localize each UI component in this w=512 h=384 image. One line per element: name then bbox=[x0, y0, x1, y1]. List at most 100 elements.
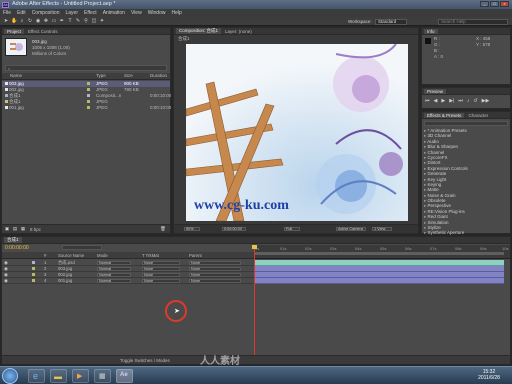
layer-parent-dropdown[interactable]: None bbox=[189, 260, 241, 266]
close-button[interactable]: × bbox=[500, 1, 509, 7]
layer-mode-dropdown[interactable]: Normal bbox=[97, 266, 131, 272]
new-folder-icon[interactable]: ▤ bbox=[12, 226, 18, 232]
camera-dropdown[interactable]: Active Camera bbox=[336, 227, 366, 232]
selection-tool-icon[interactable]: ➤ bbox=[3, 18, 9, 24]
project-search-input[interactable]: ⌕ bbox=[5, 65, 167, 71]
system-clock[interactable]: 15:32 2011/6/28 bbox=[470, 369, 508, 381]
tab-layer[interactable]: Layer: (none) bbox=[225, 29, 252, 34]
layer-trkmat-dropdown[interactable]: None bbox=[142, 266, 180, 272]
interpret-footage-icon[interactable]: ▣ bbox=[4, 226, 10, 232]
tab-effect-controls[interactable]: Effect Controls bbox=[28, 29, 57, 34]
tab-timeline-comp[interactable]: 合成1 bbox=[4, 237, 22, 243]
pan-behind-tool-icon[interactable]: ✥ bbox=[43, 18, 49, 24]
workspace-dropdown[interactable]: Standard bbox=[375, 18, 407, 25]
taskbar-app-button[interactable]: ▦ bbox=[94, 369, 111, 383]
taskbar-explorer-button[interactable]: ▬ bbox=[50, 369, 67, 383]
layer-mode-dropdown[interactable]: Normal bbox=[97, 272, 131, 278]
pen-tool-icon[interactable]: ✒ bbox=[59, 18, 65, 24]
layer-mode-dropdown[interactable]: Normal bbox=[97, 260, 131, 266]
menu-composition[interactable]: Composition bbox=[32, 9, 60, 17]
time-ruler[interactable]: 0s 01s 02s 03s 04s 05s 06s 07s 08s 09s 1… bbox=[254, 245, 510, 259]
loop-icon[interactable]: ↺ bbox=[473, 98, 477, 104]
menu-view[interactable]: View bbox=[131, 9, 142, 17]
visibility-eye-icon[interactable]: ◉ bbox=[4, 278, 8, 284]
column-name[interactable]: Name bbox=[10, 73, 22, 79]
start-button[interactable] bbox=[2, 368, 18, 384]
ram-preview-icon[interactable]: ▶▶ bbox=[482, 98, 490, 104]
zoom-tool-icon[interactable]: ⌕ bbox=[19, 18, 25, 24]
search-help-input[interactable]: Search Help bbox=[438, 18, 508, 25]
tab-character[interactable]: Character bbox=[468, 113, 488, 118]
maximize-button[interactable]: □ bbox=[490, 1, 499, 7]
effects-search-input[interactable] bbox=[424, 121, 508, 126]
layer-name[interactable]: 001.jpg bbox=[58, 278, 72, 284]
camera-tool-icon[interactable]: ◉ bbox=[35, 18, 41, 24]
menu-help[interactable]: Help bbox=[171, 9, 181, 17]
previous-frame-icon[interactable]: ◀ bbox=[434, 98, 438, 104]
tab-info[interactable]: Info bbox=[424, 28, 438, 34]
list-item[interactable]: 001.jpg JPEG 0:00:10:00 bbox=[2, 105, 171, 111]
taskbar-ie-button[interactable]: e bbox=[28, 369, 45, 383]
menu-file[interactable]: File bbox=[3, 9, 11, 17]
menu-animation[interactable]: Animation bbox=[103, 9, 125, 17]
column-type[interactable]: Type bbox=[96, 73, 106, 79]
taskbar-after-effects-button[interactable]: Ae bbox=[116, 369, 133, 383]
composition-viewer[interactable]: www.cg-ku.com bbox=[186, 44, 408, 221]
magnification-dropdown[interactable]: 50% bbox=[184, 227, 200, 232]
hand-tool-icon[interactable]: ✋ bbox=[11, 18, 17, 24]
puppet-pin-tool-icon[interactable]: ✦ bbox=[99, 18, 105, 24]
comp-breadcrumb[interactable]: 合成1 bbox=[178, 36, 190, 42]
brush-tool-icon[interactable]: ✎ bbox=[75, 18, 81, 24]
list-item[interactable]: Synthetic Aperture bbox=[422, 230, 510, 235]
column-number[interactable]: # bbox=[44, 252, 46, 259]
column-parent[interactable]: Parent bbox=[189, 252, 202, 259]
menu-layer[interactable]: Layer bbox=[65, 9, 78, 17]
minimize-button[interactable]: _ bbox=[480, 1, 489, 7]
rectangle-mask-tool-icon[interactable]: ▭ bbox=[51, 18, 57, 24]
view-layout-dropdown[interactable]: 1 View bbox=[372, 227, 392, 232]
trash-icon[interactable]: 🗑 bbox=[160, 226, 166, 232]
resolution-dropdown[interactable]: Full bbox=[284, 227, 300, 232]
label-color-swatch[interactable] bbox=[32, 278, 36, 284]
tab-composition[interactable]: Composition: 合成1 bbox=[176, 28, 222, 34]
table-row[interactable]: ◉ 4 001.jpg Normal None None bbox=[2, 278, 258, 284]
new-composition-icon[interactable]: ▦ bbox=[20, 226, 26, 232]
work-area-bar[interactable] bbox=[254, 252, 504, 255]
playhead-handle[interactable] bbox=[252, 245, 257, 249]
tab-project[interactable]: Project bbox=[4, 28, 25, 34]
clone-stamp-tool-icon[interactable]: ⚲ bbox=[83, 18, 89, 24]
layer-duration-bar[interactable] bbox=[254, 278, 504, 284]
layer-trkmat-dropdown[interactable]: None bbox=[142, 278, 180, 284]
eraser-tool-icon[interactable]: ◫ bbox=[91, 18, 97, 24]
first-frame-icon[interactable]: ⏮ bbox=[425, 98, 430, 104]
audio-icon[interactable]: ♪ bbox=[467, 98, 470, 104]
menu-window[interactable]: Window bbox=[148, 9, 166, 17]
taskbar-media-button[interactable]: ▶ bbox=[72, 369, 89, 383]
current-time-display[interactable]: 0:00:00:00 bbox=[222, 227, 246, 232]
layer-trkmat-dropdown[interactable]: None bbox=[142, 260, 180, 266]
layer-mode-dropdown[interactable]: Normal bbox=[97, 278, 131, 284]
layer-trkmat-dropdown[interactable]: None bbox=[142, 272, 180, 278]
play-icon[interactable]: ▶ bbox=[441, 98, 445, 104]
timeline-search-input[interactable] bbox=[62, 245, 102, 250]
menu-edit[interactable]: Edit bbox=[17, 9, 26, 17]
timeline-timecode[interactable]: 0:00:00:00 bbox=[5, 245, 29, 251]
layer-parent-dropdown[interactable]: None bbox=[189, 266, 241, 272]
current-time-indicator[interactable] bbox=[254, 245, 255, 364]
column-duration[interactable]: Duration bbox=[150, 73, 167, 79]
column-mode[interactable]: Mode bbox=[97, 252, 108, 259]
layer-parent-dropdown[interactable]: None bbox=[189, 278, 241, 284]
column-size[interactable]: Size bbox=[124, 73, 133, 79]
text-tool-icon[interactable]: T bbox=[67, 18, 73, 24]
column-trkmat[interactable]: T TrkMat bbox=[142, 252, 159, 259]
tab-preview[interactable]: Preview bbox=[424, 88, 447, 94]
bit-depth-label[interactable]: 8 bpc bbox=[30, 227, 41, 233]
rotate-tool-icon[interactable]: ↻ bbox=[27, 18, 33, 24]
toggle-switches-modes-button[interactable]: Toggle Switches / Modes bbox=[120, 358, 170, 364]
next-frame-icon[interactable]: ▶| bbox=[449, 98, 454, 104]
menu-effect[interactable]: Effect bbox=[84, 9, 97, 17]
last-frame-icon[interactable]: ⏭ bbox=[458, 98, 463, 104]
column-source-name[interactable]: Source Name bbox=[58, 252, 84, 259]
tab-effects-presets[interactable]: Effects & Presets bbox=[424, 112, 465, 118]
layer-parent-dropdown[interactable]: None bbox=[189, 272, 241, 278]
